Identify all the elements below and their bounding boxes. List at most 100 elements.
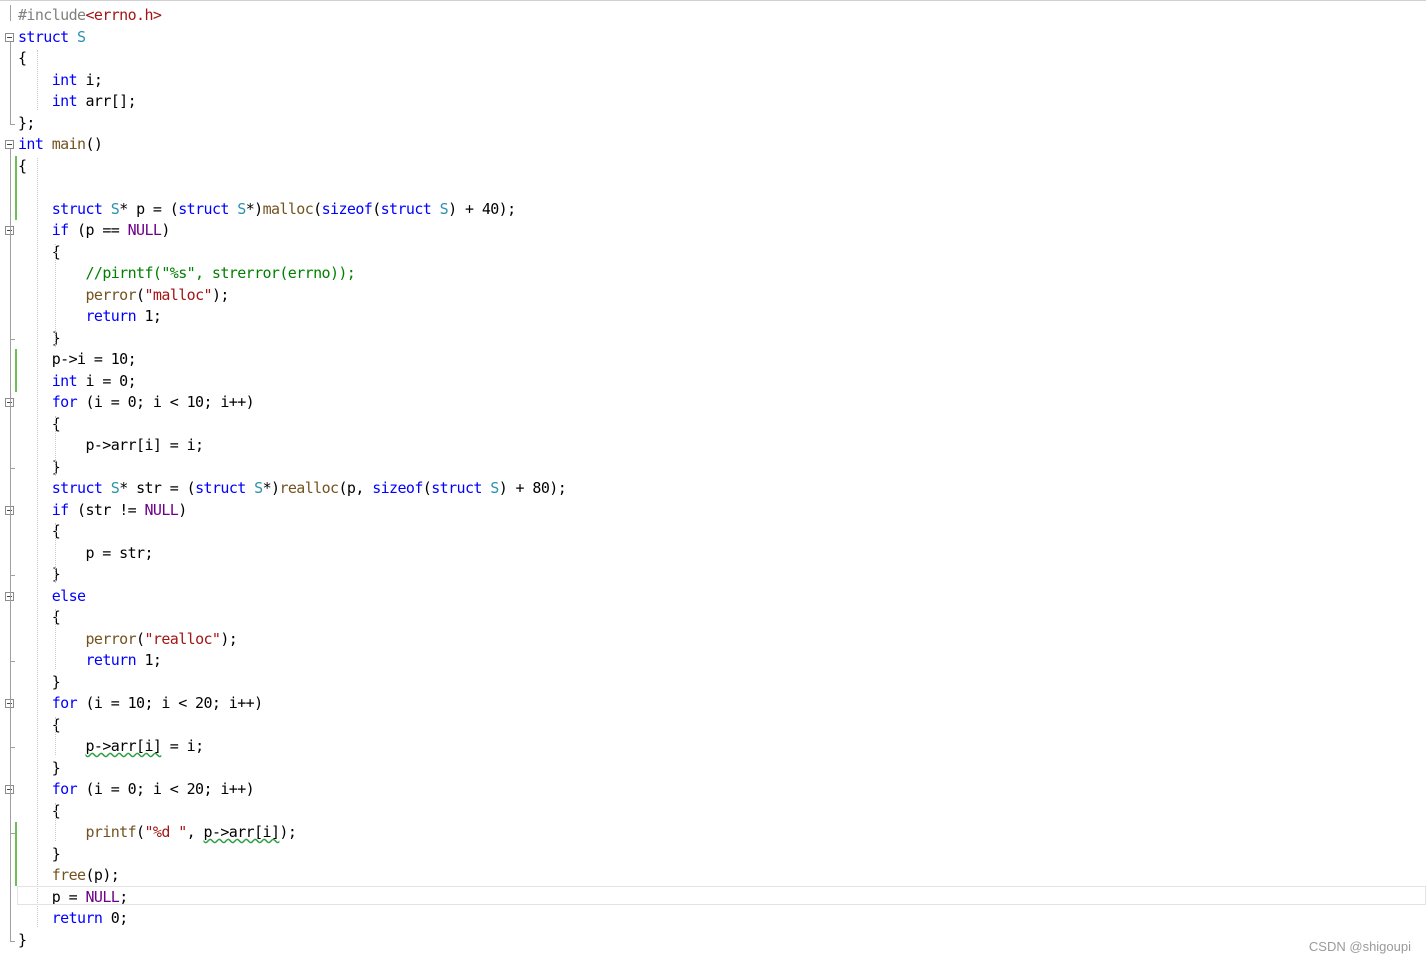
code-line[interactable]: if (str != NULL) <box>0 500 1426 521</box>
code-token: main <box>51 135 86 153</box>
code-token: #include <box>18 6 86 24</box>
code-token: ) + 40); <box>448 200 516 218</box>
code-line[interactable]: p->arr[i] = i; <box>0 435 1426 456</box>
code-text: { <box>18 521 61 542</box>
code-token: (p == <box>68 221 128 239</box>
code-line[interactable]: { <box>0 156 1426 177</box>
code-line[interactable]: int i = 0; <box>0 371 1426 392</box>
code-text: struct S* p = (struct S*)malloc(sizeof(s… <box>18 199 516 220</box>
code-line[interactable]: { <box>0 715 1426 736</box>
code-line[interactable]: #include<errno.h> <box>0 5 1426 26</box>
code-text: int arr[]; <box>18 91 137 112</box>
code-token: (i = 0; i < 20; i++) <box>77 780 255 798</box>
code-token: (i = 10; i < 20; i++) <box>77 694 263 712</box>
code-text: struct S* str = (struct S*)realloc(p, si… <box>18 478 567 499</box>
code-token: *) <box>262 479 280 497</box>
code-text: } <box>18 758 61 779</box>
code-line[interactable]: } <box>0 328 1426 349</box>
code-text: for (i = 0; i < 20; i++) <box>18 779 255 800</box>
code-line[interactable]: } <box>0 844 1426 865</box>
code-line[interactable]: printf("%d ", p->arr[i]); <box>0 822 1426 843</box>
indent-guide <box>55 523 56 583</box>
code-token: { <box>18 802 61 820</box>
code-token: ); <box>211 286 229 304</box>
code-text: } <box>18 672 61 693</box>
code-line[interactable] <box>0 177 1426 198</box>
code-line[interactable]: { <box>0 414 1426 435</box>
code-line[interactable]: { <box>0 607 1426 628</box>
code-line[interactable]: int main() <box>0 134 1426 155</box>
code-token: if <box>51 221 69 239</box>
code-text: } <box>18 844 61 865</box>
code-line[interactable]: return 0; <box>0 908 1426 929</box>
code-editor[interactable]: #include<errno.h> struct S{ int i; int ar… <box>0 0 1426 963</box>
code-line[interactable]: { <box>0 48 1426 69</box>
code-line[interactable]: { <box>0 521 1426 542</box>
code-line[interactable]: free(p); <box>0 865 1426 886</box>
code-line[interactable]: } <box>0 672 1426 693</box>
code-line[interactable]: } <box>0 930 1426 951</box>
code-line[interactable]: p->i = 10; <box>0 349 1426 370</box>
code-text: printf("%d ", p->arr[i]); <box>18 822 296 843</box>
code-line[interactable]: //pirntf("%s", strerror(errno)); <box>0 263 1426 284</box>
code-line[interactable]: } <box>0 564 1426 585</box>
code-line[interactable]: for (i = 0; i < 20; i++) <box>0 779 1426 800</box>
code-text: { <box>18 48 27 69</box>
code-line[interactable]: } <box>0 758 1426 779</box>
code-line[interactable]: return 1; <box>0 306 1426 327</box>
code-line[interactable]: return 1; <box>0 650 1426 671</box>
code-token: * str = ( <box>119 479 196 497</box>
code-text: p->i = 10; <box>18 349 137 370</box>
code-line[interactable]: } <box>0 457 1426 478</box>
code-token: (p); <box>85 866 120 884</box>
code-token: int <box>18 135 44 153</box>
code-line[interactable]: for (i = 10; i < 20; i++) <box>0 693 1426 714</box>
code-line[interactable]: else <box>0 586 1426 607</box>
code-token: i; <box>77 71 103 89</box>
code-token: 1; <box>136 307 162 325</box>
code-text: else <box>18 586 86 607</box>
code-line[interactable]: int arr[]; <box>0 91 1426 112</box>
code-token: { <box>18 608 61 626</box>
code-text: }; <box>18 113 35 134</box>
code-line[interactable]: perror("malloc"); <box>0 285 1426 306</box>
code-text: return 1; <box>18 650 161 671</box>
code-token: } <box>18 931 27 949</box>
indent-guide <box>37 158 38 927</box>
code-line[interactable]: { <box>0 801 1426 822</box>
code-line[interactable]: if (p == NULL) <box>0 220 1426 241</box>
code-text: p->arr[i] = i; <box>18 435 204 456</box>
code-token: { <box>18 522 61 540</box>
code-text: p = str; <box>18 543 153 564</box>
code-token: * p = ( <box>119 200 179 218</box>
code-line[interactable]: struct S <box>0 27 1426 48</box>
code-line[interactable]: struct S* str = (struct S*)realloc(p, si… <box>0 478 1426 499</box>
code-text: p->arr[i] = i; <box>18 736 204 757</box>
code-line[interactable]: perror("realloc"); <box>0 629 1426 650</box>
code-text: return 1; <box>18 306 161 327</box>
code-line[interactable]: struct S* p = (struct S*)malloc(sizeof(s… <box>0 199 1426 220</box>
code-text: { <box>18 607 61 628</box>
code-line[interactable]: for (i = 0; i < 10; i++) <box>0 392 1426 413</box>
code-line[interactable]: int i; <box>0 70 1426 91</box>
code-line[interactable]: p = str; <box>0 543 1426 564</box>
code-line[interactable]: }; <box>0 113 1426 134</box>
code-line[interactable]: p->arr[i] = i; <box>0 736 1426 757</box>
code-token: for <box>51 780 78 798</box>
code-token: sizeof <box>321 200 373 218</box>
code-token: "realloc" <box>144 630 221 648</box>
code-line[interactable]: { <box>0 242 1426 263</box>
code-text: if (p == NULL) <box>18 220 171 241</box>
code-token: (i = 0; i < 10; i++) <box>77 393 255 411</box>
code-token: } <box>18 673 61 691</box>
